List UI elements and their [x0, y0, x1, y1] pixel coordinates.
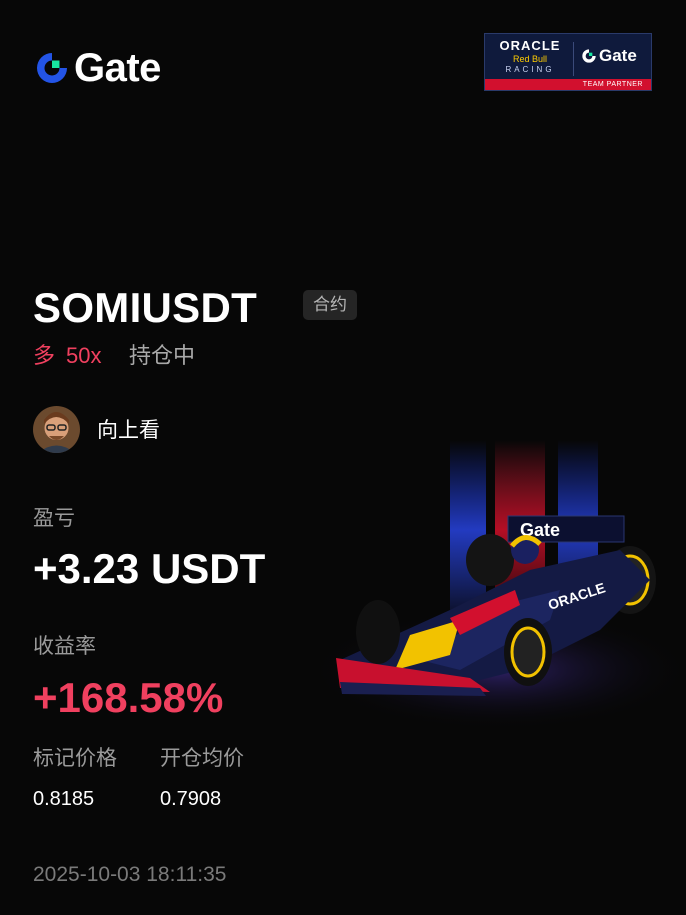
gate-logo-icon	[37, 53, 67, 83]
avatar	[33, 406, 80, 453]
gate-mini-icon	[582, 49, 596, 63]
oracle-text: ORACLE	[499, 38, 561, 53]
roi-label: 收益率	[33, 635, 96, 658]
timestamp: 2025-10-03 18:11:35	[33, 863, 227, 886]
team-partner-badge: ORACLE Red Bull RACING Gate TEAM PARTNER	[484, 33, 652, 91]
race-car-illustration: Gate ORACLE	[300, 430, 686, 750]
badge-divider	[573, 42, 574, 76]
racing-text: RACING	[505, 65, 555, 74]
gate-logo-text: Gate	[74, 46, 161, 90]
mark-price-value: 0.8185	[33, 788, 95, 810]
pnl-value: +3.23 USDT	[33, 545, 266, 592]
team-partner-strip: TEAM PARTNER	[485, 79, 651, 90]
red-bull-text: Red Bull	[512, 54, 548, 64]
trading-pair: SOMIUSDT	[33, 284, 258, 331]
badge-gate-logo: Gate	[581, 46, 637, 66]
entry-price-value: 0.7908	[160, 788, 222, 810]
roi-value: +168.58%	[33, 674, 224, 721]
leverage: 50x	[66, 343, 102, 368]
badge-gate-text: Gate	[599, 46, 637, 65]
username: 向上看	[97, 419, 160, 442]
position-status: 持仓中	[129, 343, 196, 368]
position-side: 多	[33, 343, 56, 368]
entry-price-label: 开仓均价	[160, 747, 244, 770]
market-type-badge: 合约	[303, 290, 357, 320]
pnl-label: 盈亏	[33, 507, 75, 530]
gate-logo: Gate	[34, 48, 161, 88]
mark-price-label: 标记价格	[33, 747, 117, 770]
